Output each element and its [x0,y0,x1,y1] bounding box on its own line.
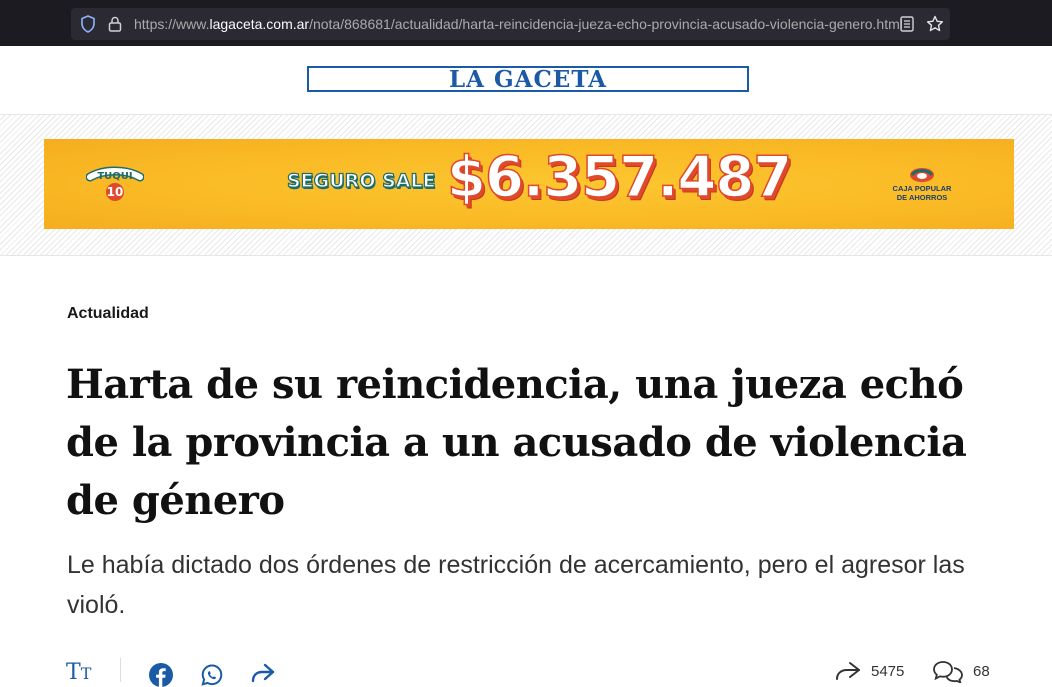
text-size-large: T [66,660,81,685]
comments-count: 68 [973,663,990,680]
article-headline: Harta de su reincidencia, una jueza echó… [66,361,967,524]
site-header: LA GACETA [0,46,1052,114]
tuqui-logo-number: 10 [107,185,124,199]
article-summary: Le había dictado dos órdenes de restricc… [67,551,965,619]
url-path: /nota/868681/actualidad/harta-reincidenc… [309,16,903,32]
toolbar-divider [120,658,121,682]
sponsor-line-2: DE AHORROS [896,193,948,202]
browser-toolbar: https://www.lagaceta.com.ar/nota/868681/… [0,0,1052,46]
share-icon[interactable] [250,662,276,684]
ad-prize-amount: $6.357.487 [446,144,793,211]
article-section-link[interactable]: Actualidad [67,305,149,323]
bookmark-star-icon[interactable] [926,15,944,33]
shares-count: 5475 [871,663,905,680]
lock-icon[interactable] [108,16,122,32]
site-logo: LA GACETA [448,65,608,93]
ad-banner[interactable]: TUQUI 10 SEGURO SALE $6.357.487 CAJA POP… [44,139,1014,229]
reader-view-icon[interactable] [900,16,914,32]
ad-tagline: SEGURO SALE [286,169,436,192]
url-bar[interactable]: https://www.lagaceta.com.ar/nota/868681/… [71,8,950,40]
tracking-protection-shield-icon[interactable] [80,15,96,33]
shares-count-icon [836,662,860,680]
facebook-icon[interactable] [149,663,173,687]
sponsor-line-1: CAJA POPULAR [892,184,952,193]
whatsapp-icon[interactable] [200,663,224,687]
url-host: lagaceta.com.ar [209,16,310,32]
sponsor-name: CAJA POPULAR DE AHORROS [885,184,959,202]
url-text[interactable]: https://www.lagaceta.com.ar/nota/868681/… [134,8,904,40]
url-prefix: https://www. [134,16,210,32]
site-logo-link[interactable]: LA GACETA [307,65,749,93]
comments-icon[interactable] [931,659,965,683]
text-size-small: T [80,664,92,683]
tuqui-logo-text: TUQUI [97,171,132,182]
article-toolbar: TT 5475 68 [0,656,1052,687]
tuqui-logo-icon: TUQUI 10 [86,166,144,201]
